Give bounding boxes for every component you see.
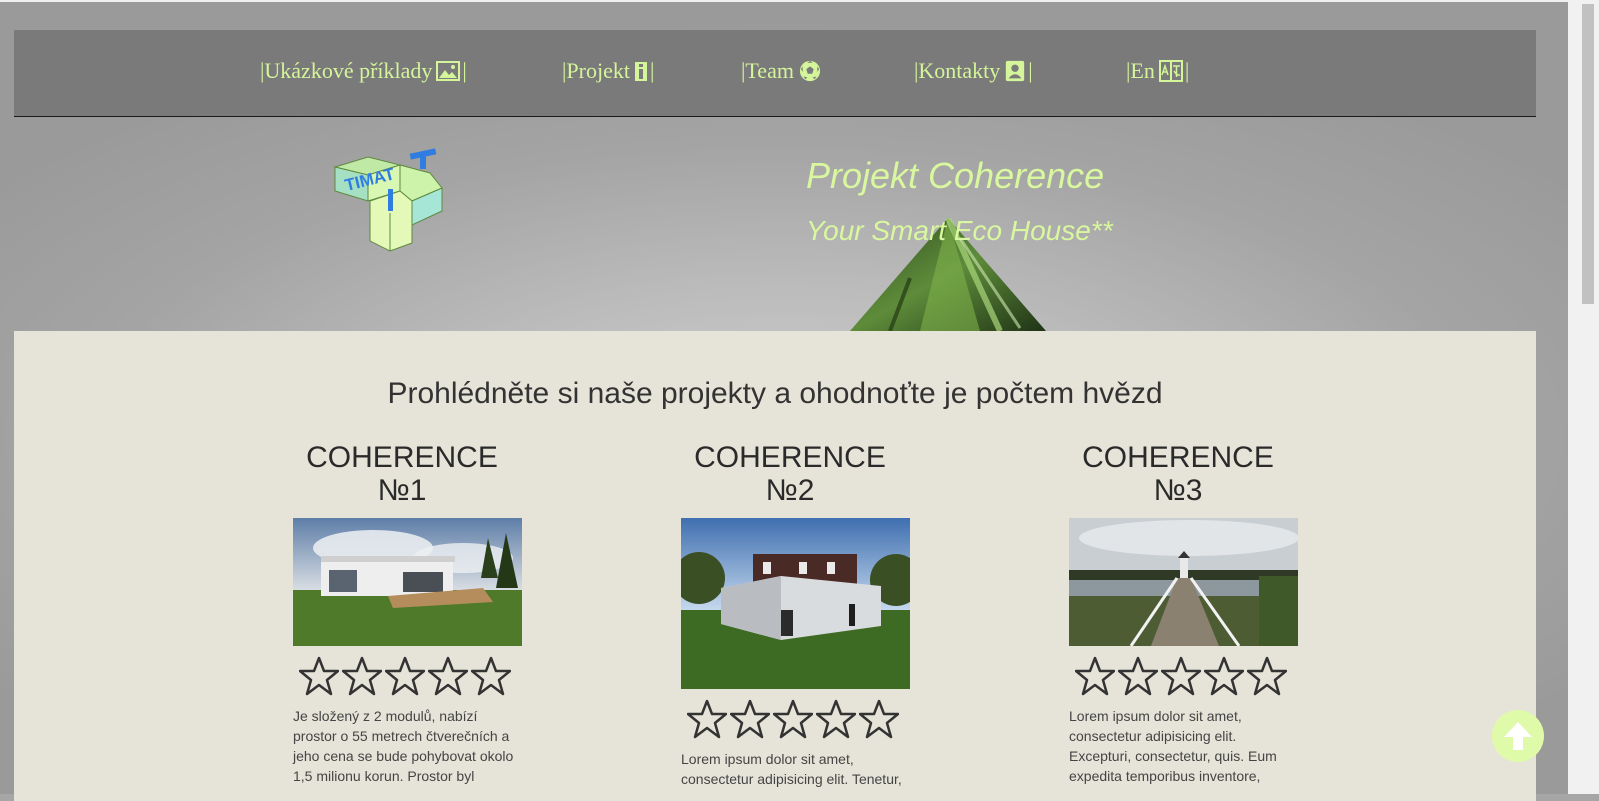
nav-item-contacts[interactable]: |Kontakty | bbox=[914, 58, 1033, 84]
projects-section: Prohlédněte si naše projekty a ohodnoťte… bbox=[14, 331, 1536, 801]
nav-item-label: |Ukázkové příklady bbox=[260, 58, 433, 83]
project-title-line2: №2 bbox=[765, 474, 815, 507]
project-card-1: COHERENCE №1 Je složený z 2 modulů, nabí… bbox=[252, 441, 552, 786]
star-icon[interactable] bbox=[687, 699, 727, 739]
project-title-line1: COHERENCE bbox=[306, 441, 498, 474]
star-icon[interactable] bbox=[859, 699, 899, 739]
nav-item-label: |Kontakty bbox=[914, 58, 1001, 83]
project-title-line1: COHERENCE bbox=[694, 441, 886, 474]
star-icon[interactable] bbox=[471, 656, 511, 696]
star-icon[interactable] bbox=[299, 656, 339, 696]
arrow-up-circle-icon bbox=[1504, 722, 1532, 750]
rating-stars bbox=[299, 656, 552, 696]
info-icon bbox=[634, 62, 647, 81]
hero-subtitle: Your Smart Eco House** bbox=[806, 215, 1113, 246]
soccer-ball-icon bbox=[799, 60, 821, 82]
nav-item-label: |Team bbox=[741, 58, 794, 83]
nav-item-team[interactable]: |Team bbox=[741, 58, 824, 84]
project-card-2: COHERENCE №2 Lorem ipsum dolor sit amet,… bbox=[640, 441, 940, 789]
project-image-3 bbox=[1069, 518, 1298, 646]
nav-item-suffix: | bbox=[1184, 58, 1190, 83]
top-navbar: |Ukázkové příklady | |Projekt | |Team |K… bbox=[14, 30, 1536, 117]
hero-title: Projekt Coherence bbox=[806, 155, 1105, 196]
project-title: COHERENCE №2 bbox=[640, 441, 940, 507]
contact-card-icon bbox=[1006, 60, 1025, 82]
nav-item-examples[interactable]: |Ukázkové příklady | bbox=[260, 58, 467, 84]
project-image-2 bbox=[681, 518, 910, 689]
language-icon bbox=[1158, 60, 1183, 82]
nav-item-suffix: | bbox=[462, 58, 467, 83]
star-icon[interactable] bbox=[1161, 656, 1201, 696]
project-title: COHERENCE №3 bbox=[1028, 441, 1328, 507]
star-icon[interactable] bbox=[730, 699, 770, 739]
star-icon[interactable] bbox=[428, 656, 468, 696]
timat-logo: TIMAT bbox=[333, 148, 443, 252]
nav-item-suffix: | bbox=[1028, 58, 1033, 83]
scrollbar-thumb[interactable] bbox=[1582, 4, 1594, 304]
project-title: COHERENCE №1 bbox=[252, 441, 552, 507]
project-title-line1: COHERENCE bbox=[1082, 441, 1274, 474]
project-description: Lorem ipsum dolor sit amet, consectetur … bbox=[681, 751, 902, 787]
project-image-1 bbox=[293, 518, 522, 646]
rating-stars bbox=[687, 699, 940, 739]
image-icon bbox=[436, 61, 461, 81]
star-icon[interactable] bbox=[1118, 656, 1158, 696]
star-icon[interactable] bbox=[342, 656, 382, 696]
project-card-3: COHERENCE №3 Lorem ipsum dolor sit amet,… bbox=[1028, 441, 1328, 786]
nav-item-label: |Projekt bbox=[562, 58, 630, 83]
nav-item-suffix: | bbox=[649, 58, 655, 83]
star-icon[interactable] bbox=[816, 699, 856, 739]
section-heading: Prohlédněte si naše projekty a ohodnoťte… bbox=[387, 377, 1163, 410]
project-description: Je složený z 2 modulů, nabízí prostor o … bbox=[293, 708, 514, 784]
star-icon[interactable] bbox=[385, 656, 425, 696]
star-icon[interactable] bbox=[1247, 656, 1287, 696]
nav-item-language[interactable]: |En | bbox=[1126, 58, 1189, 84]
rating-stars bbox=[1075, 656, 1328, 696]
project-title-line2: №3 bbox=[1153, 474, 1203, 507]
project-title-line2: №1 bbox=[377, 474, 427, 507]
scroll-to-top-button[interactable] bbox=[1492, 710, 1544, 762]
project-description: Lorem ipsum dolor sit amet, consectetur … bbox=[1069, 708, 1277, 784]
nav-item-label: |En bbox=[1126, 58, 1155, 83]
nav-item-project[interactable]: |Projekt | bbox=[562, 58, 654, 84]
star-icon[interactable] bbox=[773, 699, 813, 739]
star-icon[interactable] bbox=[1204, 656, 1244, 696]
star-icon[interactable] bbox=[1075, 656, 1115, 696]
